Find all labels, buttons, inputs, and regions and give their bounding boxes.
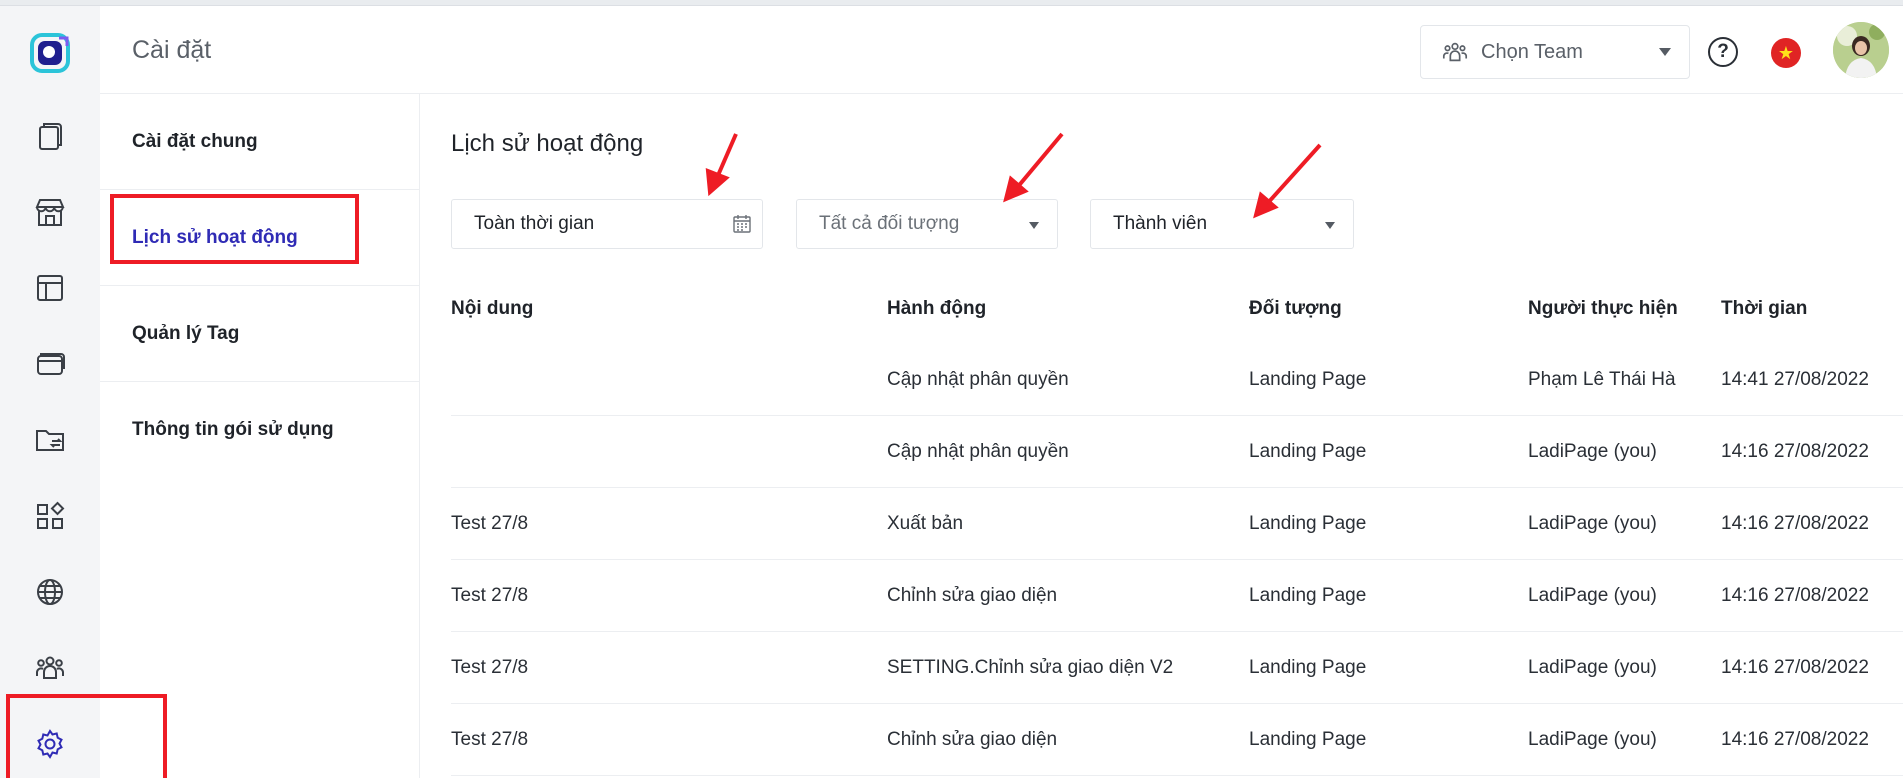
team-select[interactable]: Chọn Team xyxy=(1420,25,1690,79)
chevron-down-icon xyxy=(1659,48,1671,56)
cell-object: Landing Page xyxy=(1249,513,1367,534)
cell-actor: LadiPage (you) xyxy=(1528,513,1657,534)
cell-action: SETTING.Chỉnh sửa giao diện V2 xyxy=(887,657,1174,678)
cell-time: 14:16 27/08/2022 xyxy=(1721,585,1869,606)
cell-time: 14:41 27/08/2022 xyxy=(1721,369,1869,390)
cell-content: Test 27/8 xyxy=(451,657,529,678)
table-row: Test 27/8 SETTING.Chỉnh sửa giao diện V2 L… xyxy=(451,632,1903,704)
cell-action: Cập nhật phân quyền xyxy=(887,369,1069,390)
object-filter-value: Tất cả đối tượng xyxy=(819,213,960,234)
cell-object: Landing Page xyxy=(1249,657,1367,678)
column-header-object: Đối tượng xyxy=(1249,298,1342,319)
team-select-label: Chọn Team xyxy=(1481,40,1583,63)
cell-object: Landing Page xyxy=(1249,441,1367,462)
table-row: Test 27/8 Chỉnh sửa giao diện Landing Page… xyxy=(451,704,1903,776)
cell-action: Chỉnh sửa giao diện xyxy=(887,729,1058,750)
table-row: Test 27/8 Xuất bản Landing Page LadiPage (y… xyxy=(451,488,1903,560)
app-rail xyxy=(0,6,100,778)
globe-icon[interactable] xyxy=(30,572,70,612)
apps-icon[interactable] xyxy=(30,496,70,536)
cell-object: Landing Page xyxy=(1249,585,1367,606)
column-header-actor: Người thực hiện xyxy=(1528,298,1678,319)
cell-actor: LadiPage (you) xyxy=(1528,657,1657,678)
member-filter-value: Thành viên xyxy=(1113,213,1208,234)
time-filter[interactable]: Toàn thời gian xyxy=(451,199,763,249)
avatar[interactable] xyxy=(1833,22,1889,78)
cell-time: 14:16 27/08/2022 xyxy=(1721,657,1869,678)
cards-icon[interactable] xyxy=(30,344,70,384)
submenu-item-plan-info[interactable]: Thông tin gói sử dụng xyxy=(100,382,420,478)
submenu-item-tag-management[interactable]: Quản lý Tag xyxy=(100,286,420,382)
submenu-item-general[interactable]: Cài đặt chung xyxy=(100,94,420,190)
cell-time: 14:16 27/08/2022 xyxy=(1721,513,1869,534)
pages-icon[interactable] xyxy=(30,116,70,156)
main-content: Lịch sử hoạt động Toàn thời gian Tất cả … xyxy=(420,94,1903,778)
page-title: Cài đặt xyxy=(132,36,212,64)
cell-time: 14:16 27/08/2022 xyxy=(1721,441,1869,462)
time-filter-value: Toàn thời gian xyxy=(474,213,595,234)
team-icon xyxy=(1442,42,1468,62)
cell-content: Test 27/8 xyxy=(451,729,529,750)
app-logo-icon[interactable] xyxy=(29,32,71,74)
cell-content: Test 27/8 xyxy=(451,513,529,534)
column-header-time: Thời gian xyxy=(1721,298,1808,319)
cell-content: Test 27/8 xyxy=(451,585,529,606)
team-icon[interactable] xyxy=(30,648,70,688)
annotation-highlight-box xyxy=(110,194,359,264)
layout-icon[interactable] xyxy=(30,268,70,308)
store-icon[interactable] xyxy=(30,192,70,232)
table-row: Cập nhật phân quyền Landing Page Phạm Lê T… xyxy=(451,344,1903,416)
cell-action: Cập nhật phân quyền xyxy=(887,441,1069,462)
table-body: Cập nhật phân quyền Landing Page Phạm Lê T… xyxy=(451,344,1903,776)
cell-actor: LadiPage (you) xyxy=(1528,585,1657,606)
chevron-down-icon xyxy=(1029,222,1039,229)
column-header-content: Nội dung xyxy=(451,298,534,319)
cell-object: Landing Page xyxy=(1249,729,1367,750)
column-header-action: Hành động xyxy=(887,298,987,319)
cell-action: Chỉnh sửa giao diện xyxy=(887,585,1058,606)
table-row: Cập nhật phân quyền Landing Page LadiPage … xyxy=(451,416,1903,488)
member-filter[interactable]: Thành viên xyxy=(1090,199,1354,249)
activity-table: Nội dung Hành động Đối tượng Người thực … xyxy=(451,274,1903,776)
cell-actor: LadiPage (you) xyxy=(1528,441,1657,462)
section-title: Lịch sử hoạt động xyxy=(451,130,644,157)
object-filter[interactable]: Tất cả đối tượng xyxy=(796,199,1058,249)
folder-transfer-icon[interactable] xyxy=(30,420,70,460)
table-header: Nội dung Hành động Đối tượng Người thực … xyxy=(451,274,1903,344)
cell-action: Xuất bản xyxy=(887,513,964,534)
annotation-highlight-box xyxy=(6,694,167,778)
table-row: Test 27/8 Chỉnh sửa giao diện Landing Page… xyxy=(451,560,1903,632)
help-icon[interactable]: ? xyxy=(1708,37,1738,67)
language-flag-icon[interactable]: ★ xyxy=(1771,38,1801,68)
cell-time: 14:16 27/08/2022 xyxy=(1721,729,1869,750)
chevron-down-icon xyxy=(1325,222,1335,229)
cell-actor: Phạm Lê Thái Hà xyxy=(1528,369,1676,390)
cell-actor: LadiPage (you) xyxy=(1528,729,1657,750)
top-header: Cài đặt Chọn Team ? ★ xyxy=(100,6,1903,94)
cell-object: Landing Page xyxy=(1249,369,1367,390)
calendar-icon xyxy=(733,215,751,233)
